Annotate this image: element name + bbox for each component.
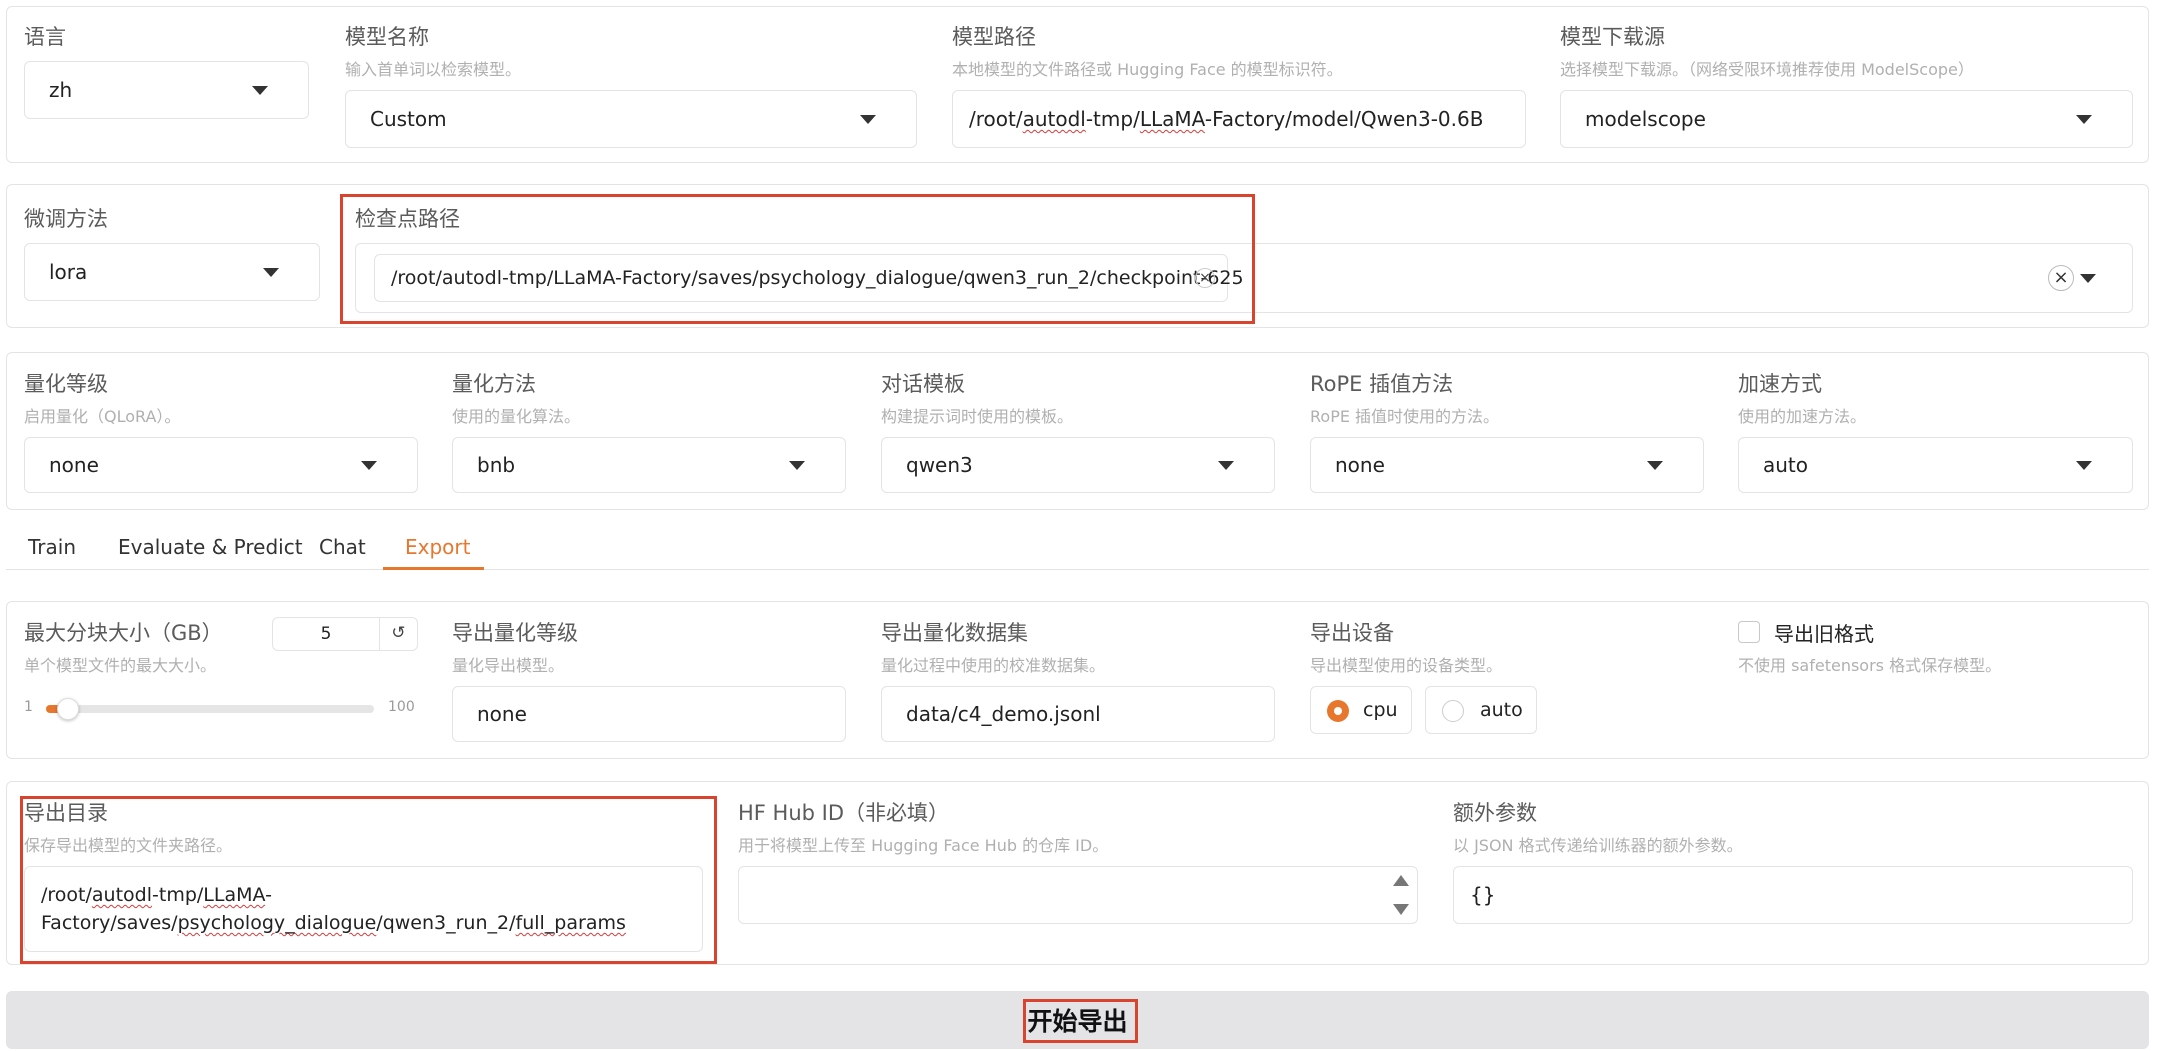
export-dir-highlight	[20, 796, 717, 964]
spinner-up-icon[interactable]	[1393, 875, 1409, 886]
chevron-down-icon	[2076, 461, 2092, 470]
quant-method-label: 量化方法	[452, 372, 536, 396]
model-path-hint: 本地模型的文件路径或 Hugging Face 的模型标识符。	[952, 60, 1343, 79]
tab-chat[interactable]: Chat	[319, 535, 366, 559]
chevron-down-icon	[2080, 274, 2096, 283]
tab-export[interactable]: Export	[405, 535, 470, 559]
start-export-highlight	[1023, 999, 1138, 1043]
export-device-hint: 导出模型使用的设备类型。	[1310, 656, 1503, 675]
download-source-label: 模型下载源	[1560, 25, 1665, 49]
model-name-select[interactable]: Custom	[345, 90, 917, 148]
slider-track	[46, 705, 374, 713]
clear-icon[interactable]: ×	[2048, 265, 2074, 291]
model-path-label: 模型路径	[952, 25, 1036, 49]
template-hint: 构建提示词时使用的模板。	[881, 407, 1074, 426]
radio-unchecked-icon	[1442, 700, 1464, 722]
shard-size-hint: 单个模型文件的最大大小。	[24, 656, 217, 675]
slider-min: 1	[24, 699, 33, 715]
legacy-format-label: 导出旧格式	[1774, 622, 1874, 646]
download-source-hint: 选择模型下载源。（网络受限环境推荐使用 ModelScope）	[1560, 60, 1974, 79]
shard-size-number[interactable]: 5 ↺	[272, 617, 418, 651]
rope-label: RoPE 插值方法	[1310, 372, 1454, 396]
rope-select[interactable]: none	[1310, 437, 1704, 493]
language-label: 语言	[24, 25, 66, 49]
chevron-down-icon	[860, 115, 876, 124]
device-option-cpu[interactable]: cpu	[1310, 686, 1412, 734]
legacy-format-checkbox[interactable]	[1738, 621, 1760, 643]
hub-id-input[interactable]	[738, 866, 1418, 924]
checkpoint-highlight	[340, 194, 1255, 324]
extra-args-input[interactable]: {}	[1453, 866, 2133, 924]
export-device-label: 导出设备	[1310, 621, 1394, 645]
export-quant-bit-input[interactable]: none	[452, 686, 846, 742]
chevron-down-icon	[789, 461, 805, 470]
booster-select[interactable]: auto	[1738, 437, 2133, 493]
quant-method-select[interactable]: bnb	[452, 437, 846, 493]
quant-bit-select[interactable]: none	[24, 437, 418, 493]
tab-train[interactable]: Train	[28, 535, 76, 559]
radio-checked-icon	[1327, 700, 1349, 722]
export-quant-dataset-label: 导出量化数据集	[881, 621, 1028, 645]
extra-args-label: 额外参数	[1453, 801, 1537, 825]
download-source-select[interactable]: modelscope	[1560, 90, 2133, 148]
extra-args-hint: 以 JSON 格式传递给训练器的额外参数。	[1453, 836, 1743, 855]
template-label: 对话模板	[881, 372, 965, 396]
chevron-down-icon	[263, 268, 279, 277]
chevron-down-icon	[361, 461, 377, 470]
finetune-method-label: 微调方法	[24, 207, 108, 231]
chevron-down-icon	[252, 86, 268, 95]
hub-id-hint: 用于将模型上传至 Hugging Face Hub 的仓库 ID。	[738, 836, 1109, 855]
export-quant-bit-label: 导出量化等级	[452, 621, 578, 645]
chevron-down-icon	[2076, 115, 2092, 124]
tabs-divider	[6, 569, 2149, 570]
hub-id-label: HF Hub ID（非必填）	[738, 801, 950, 825]
booster-hint: 使用的加速方法。	[1738, 407, 1867, 426]
finetune-method-select[interactable]: lora	[24, 243, 320, 301]
language-select[interactable]: zh	[24, 61, 309, 119]
booster-label: 加速方式	[1738, 372, 1822, 396]
model-path-input[interactable]: /root/autodl-tmp/LLaMA-Factory/model/Qwe…	[952, 90, 1526, 148]
quant-method-hint: 使用的量化算法。	[452, 407, 581, 426]
shard-size-label: 最大分块大小（GB）	[24, 621, 223, 645]
rope-hint: RoPE 插值时使用的方法。	[1310, 407, 1500, 426]
tab-export-underline	[383, 567, 484, 570]
slider-thumb[interactable]	[57, 698, 79, 720]
shard-size-slider[interactable]	[46, 698, 374, 720]
device-option-auto[interactable]: auto	[1425, 686, 1537, 734]
export-quant-dataset-hint: 量化过程中使用的校准数据集。	[881, 656, 1106, 675]
slider-max: 100	[388, 699, 415, 715]
chevron-down-icon	[1647, 461, 1663, 470]
tab-evaluate-predict[interactable]: Evaluate & Predict	[118, 535, 303, 559]
chevron-down-icon	[1218, 461, 1234, 470]
model-name-label: 模型名称	[345, 25, 429, 49]
legacy-format-hint: 不使用 safetensors 格式保存模型。	[1738, 656, 2002, 675]
template-select[interactable]: qwen3	[881, 437, 1275, 493]
model-name-hint: 输入首单词以检索模型。	[345, 60, 522, 79]
export-quant-dataset-input[interactable]: data/c4_demo.jsonl	[881, 686, 1275, 742]
quant-bit-hint: 启用量化（QLoRA）。	[24, 407, 181, 426]
export-quant-bit-hint: 量化导出模型。	[452, 656, 565, 675]
quant-bit-label: 量化等级	[24, 372, 108, 396]
reset-icon[interactable]: ↺	[379, 618, 417, 650]
spinner-down-icon[interactable]	[1393, 904, 1409, 915]
